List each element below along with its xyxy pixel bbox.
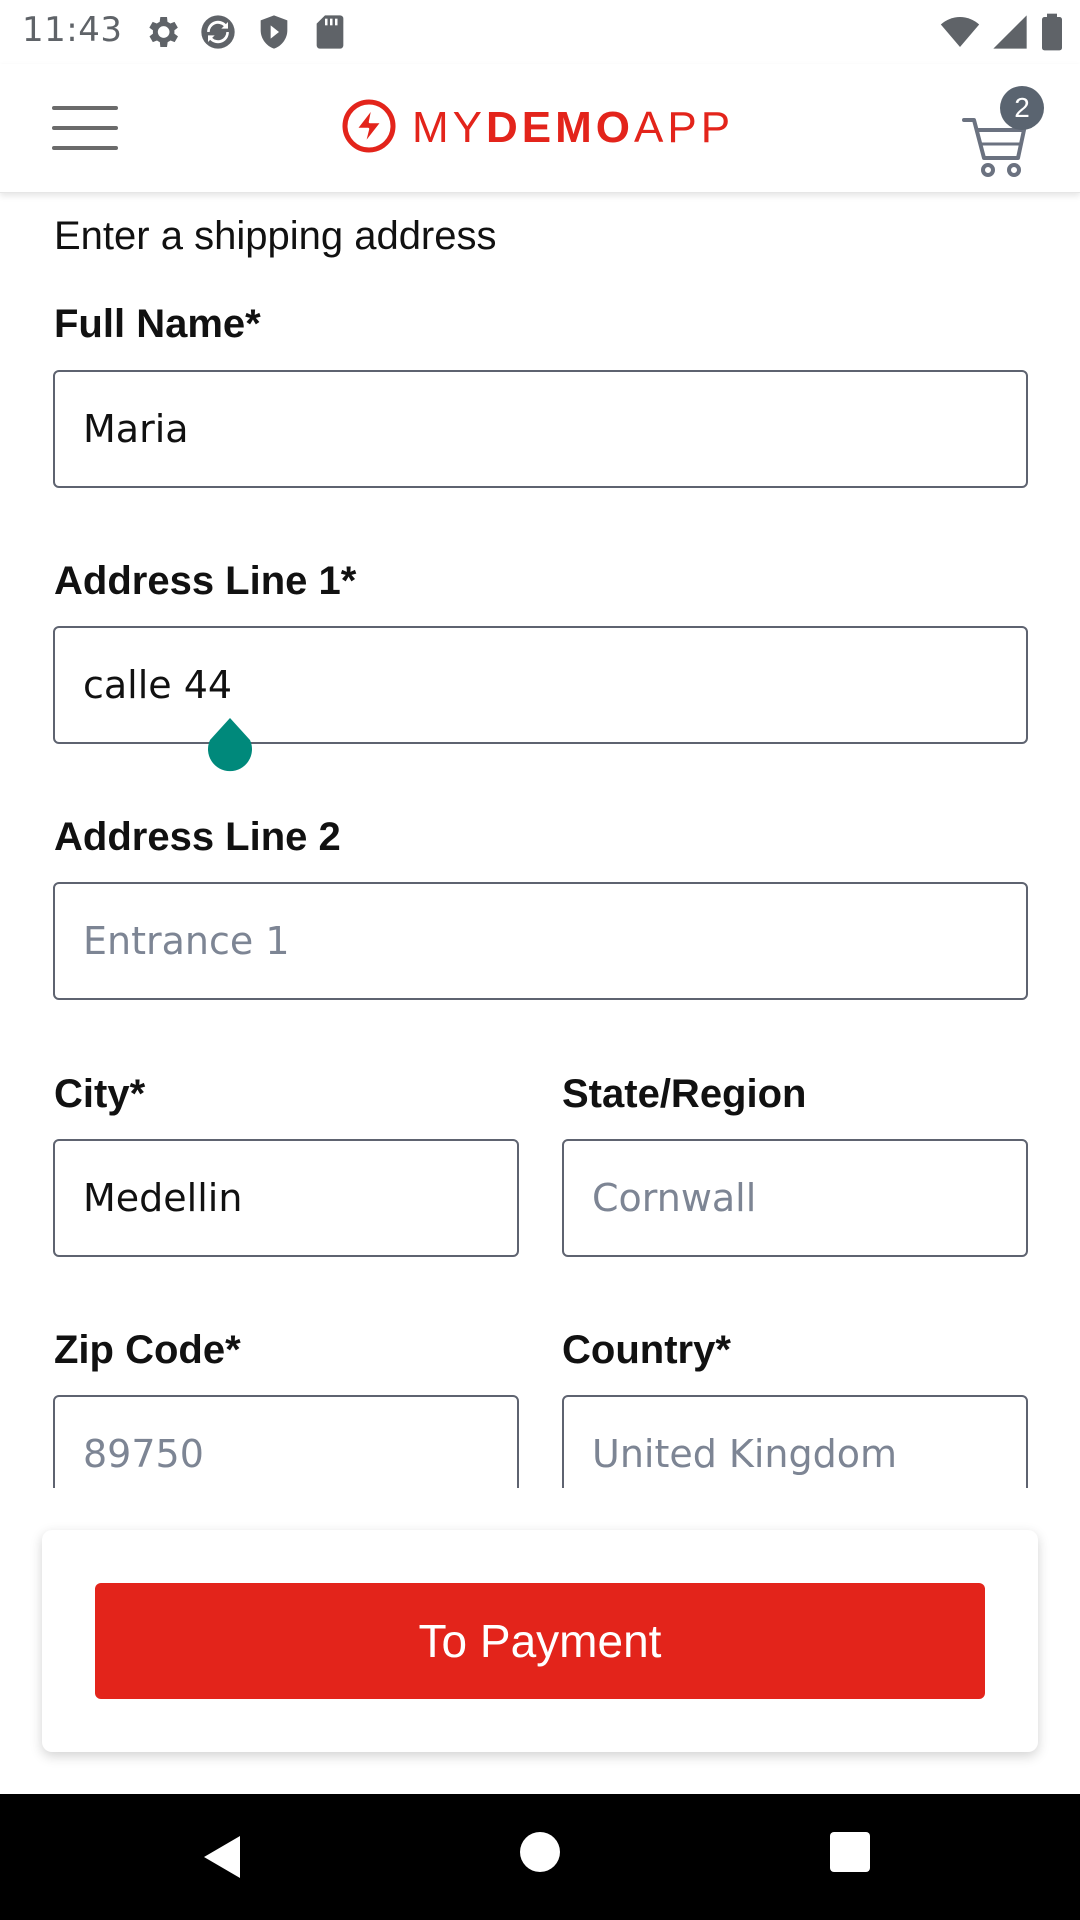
- sd-card-icon: [308, 12, 352, 52]
- address-line-1-input[interactable]: [53, 626, 1028, 744]
- cell-signal-icon: [988, 12, 1032, 52]
- status-time: 11:43: [22, 10, 123, 50]
- logo-prefix: MY: [412, 103, 486, 152]
- status-icons-right: [938, 12, 1066, 52]
- menu-line-middle: [52, 126, 118, 130]
- state-region-input[interactable]: [562, 1139, 1028, 1257]
- wifi-icon: [938, 12, 982, 52]
- logo-wordmark: MYDEMOAPP: [412, 106, 734, 150]
- lightning-bolt-icon: [342, 99, 396, 158]
- zip-code-label: Zip Code*: [54, 1328, 241, 1372]
- status-bar: 11:43: [0, 0, 1080, 64]
- menu-line-bottom: [52, 146, 118, 150]
- recents-icon[interactable]: [830, 1832, 870, 1872]
- cart-count-badge: 2: [1000, 86, 1044, 130]
- app-logo: MYDEMOAPP: [342, 99, 734, 158]
- battery-icon: [1038, 12, 1066, 52]
- payment-card: To Payment: [42, 1530, 1038, 1752]
- settings-icon: [140, 12, 184, 52]
- hamburger-menu-button[interactable]: [52, 106, 118, 150]
- zip-code-input[interactable]: [53, 1395, 519, 1488]
- home-icon[interactable]: [520, 1832, 560, 1872]
- shield-icon: [252, 12, 296, 52]
- country-label: Country*: [562, 1328, 731, 1372]
- address-line-2-input[interactable]: [53, 882, 1028, 1000]
- cart-button[interactable]: 2: [962, 86, 1048, 182]
- shipping-form: Enter a shipping address Full Name* Addr…: [0, 194, 1080, 1488]
- logo-suffix: APP: [634, 103, 735, 152]
- address-line-2-label: Address Line 2: [54, 815, 341, 859]
- form-title: Enter a shipping address: [54, 214, 497, 258]
- back-icon[interactable]: [200, 1832, 250, 1882]
- menu-line-top: [52, 106, 118, 110]
- system-nav-bar: [0, 1794, 1080, 1920]
- status-icons-left: [140, 12, 352, 52]
- text-cursor-handle[interactable]: [204, 716, 256, 774]
- full-name-label: Full Name*: [54, 302, 261, 346]
- full-name-input[interactable]: [53, 370, 1028, 488]
- city-input[interactable]: [53, 1139, 519, 1257]
- address-line-1-label: Address Line 1*: [54, 559, 357, 603]
- to-payment-button[interactable]: To Payment: [95, 1583, 985, 1699]
- country-input[interactable]: [562, 1395, 1028, 1488]
- city-label: City*: [54, 1072, 146, 1116]
- sync-icon: [196, 12, 240, 52]
- app-header: MYDEMOAPP 2: [0, 64, 1080, 193]
- state-region-label: State/Region: [562, 1072, 807, 1116]
- logo-middle: DEMO: [486, 103, 634, 152]
- screen: 11:43 MYDEMOAPP 2 Enter a shipping addre…: [0, 0, 1080, 1920]
